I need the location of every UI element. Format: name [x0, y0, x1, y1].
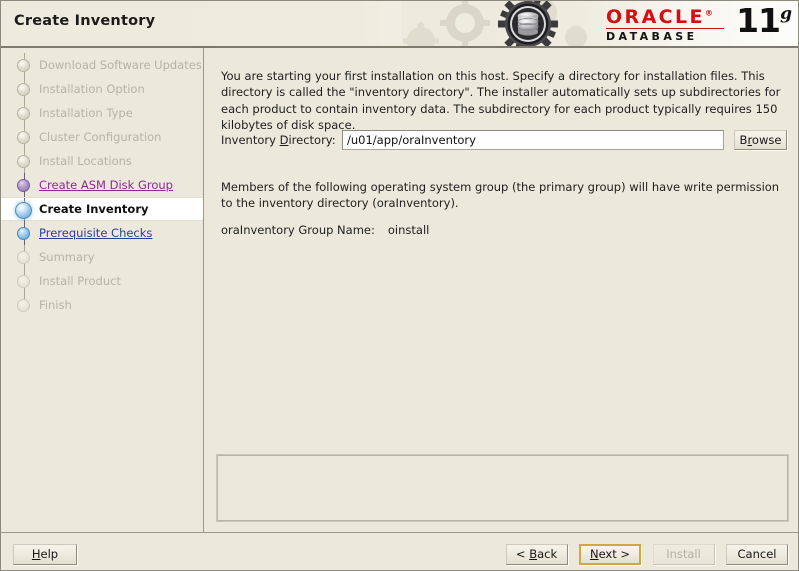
oracle-underline-rule — [606, 28, 724, 29]
step-node-icon-active — [15, 202, 32, 219]
sidebar-item-installation-option: Installation Option — [1, 77, 203, 101]
back-button[interactable]: < Back — [505, 544, 568, 565]
label-prefix: Inventory — [221, 133, 280, 147]
help-button[interactable]: Help — [13, 544, 77, 565]
version-suffix: g — [780, 4, 792, 24]
navigation-buttons: < Back Next > Install Cancel — [498, 544, 788, 565]
orainventory-group-label: oraInventory Group Name: — [221, 223, 375, 237]
next-button[interactable]: Next > — [579, 544, 641, 565]
step-node-icon — [17, 83, 30, 96]
sidebar-item-label: Download Software Updates — [39, 58, 202, 72]
permission-description: Members of the following operating syste… — [221, 180, 780, 211]
intro-description: You are starting your first installation… — [221, 69, 781, 132]
cancel-label: Cancel — [737, 547, 777, 561]
create-inventory-window: Create Inventory ORACLE® DATABASE 11 g D… — [0, 0, 799, 571]
sidebar-item-install-product: Install Product — [1, 269, 203, 293]
back-prefix: < — [515, 547, 530, 561]
inventory-directory-label: Inventory Directory: — [221, 133, 336, 147]
sidebar-item-prerequisite-checks[interactable]: Prerequisite Checks — [1, 221, 203, 245]
cancel-button[interactable]: Cancel — [726, 544, 788, 565]
sidebar-item-label: Create Inventory — [39, 202, 149, 216]
oracle-logo: ORACLE® DATABASE 11 g — [606, 1, 792, 45]
help-mnemonic: H — [31, 547, 41, 561]
sidebar-item-cluster-configuration: Cluster Configuration — [1, 125, 203, 149]
sidebar-item-download-software-updates: Download Software Updates — [1, 53, 203, 77]
sidebar-item-label[interactable]: Prerequisite Checks — [39, 226, 152, 240]
message-panel — [216, 454, 789, 522]
header-gear-artwork: ORACLE® DATABASE 11 g — [401, 1, 798, 46]
help-suffix: elp — [40, 547, 59, 561]
install-label: Install — [666, 547, 701, 561]
browse-suffix: owse — [751, 133, 782, 147]
sidebar-item-summary: Summary — [1, 245, 203, 269]
browse-button[interactable]: Browse — [734, 130, 787, 150]
step-node-icon — [17, 155, 30, 168]
page-title: Create Inventory — [14, 13, 156, 29]
message-panel-text — [217, 455, 788, 521]
step-list: Download Software Updates Installation O… — [1, 53, 203, 317]
sidebar-item-installation-type: Installation Type — [1, 101, 203, 125]
next-suffix: ext > — [598, 547, 631, 561]
sidebar-item-label: Cluster Configuration — [39, 130, 162, 144]
sidebar-item-create-inventory[interactable]: Create Inventory — [1, 197, 203, 222]
orainventory-group-value: oinstall — [387, 223, 430, 237]
registered-trademark-icon: ® — [704, 8, 716, 18]
step-node-icon — [17, 131, 30, 144]
main-content-pane: You are starting your first installation… — [205, 48, 798, 532]
step-node-icon — [17, 299, 30, 312]
back-mnemonic: B — [529, 547, 538, 561]
sidebar-item-label: Install Product — [39, 274, 121, 288]
sidebar-item-label[interactable]: Create ASM Disk Group — [39, 178, 173, 192]
install-button: Install — [652, 544, 715, 565]
next-mnemonic: N — [589, 547, 599, 561]
sidebar-item-label: Installation Type — [39, 106, 133, 120]
header-banner: Create Inventory ORACLE® DATABASE 11 g — [1, 1, 798, 48]
step-node-icon — [17, 227, 30, 240]
sidebar-item-label: Installation Option — [39, 82, 145, 96]
sidebar-item-install-locations: Install Locations — [1, 149, 203, 173]
step-node-icon — [17, 251, 30, 264]
step-node-icon — [17, 107, 30, 120]
step-node-icon — [17, 179, 30, 192]
installer-step-sidebar: Download Software Updates Installation O… — [1, 48, 204, 532]
sidebar-item-label: Finish — [39, 298, 72, 312]
sidebar-item-create-asm-disk-group[interactable]: Create ASM Disk Group — [1, 173, 203, 197]
step-node-icon — [17, 275, 30, 288]
orainventory-group-row: oraInventory Group Name: oinstall — [221, 223, 429, 237]
sidebar-item-finish: Finish — [1, 293, 203, 317]
version-number: 11 — [736, 1, 781, 40]
oracle-wordmark: ORACLE® — [606, 6, 716, 28]
product-line-label: DATABASE — [606, 30, 698, 43]
label-suffix: irectory: — [288, 133, 336, 147]
sidebar-item-label: Install Locations — [39, 154, 132, 168]
inventory-directory-input[interactable] — [342, 130, 724, 150]
step-node-icon — [17, 59, 30, 72]
back-suffix: ack — [537, 547, 558, 561]
dialog-button-bar: Help < Back Next > Install Cancel — [1, 532, 798, 570]
sidebar-item-label: Summary — [39, 250, 95, 264]
inventory-directory-row: Inventory Directory: Browse — [221, 130, 787, 151]
